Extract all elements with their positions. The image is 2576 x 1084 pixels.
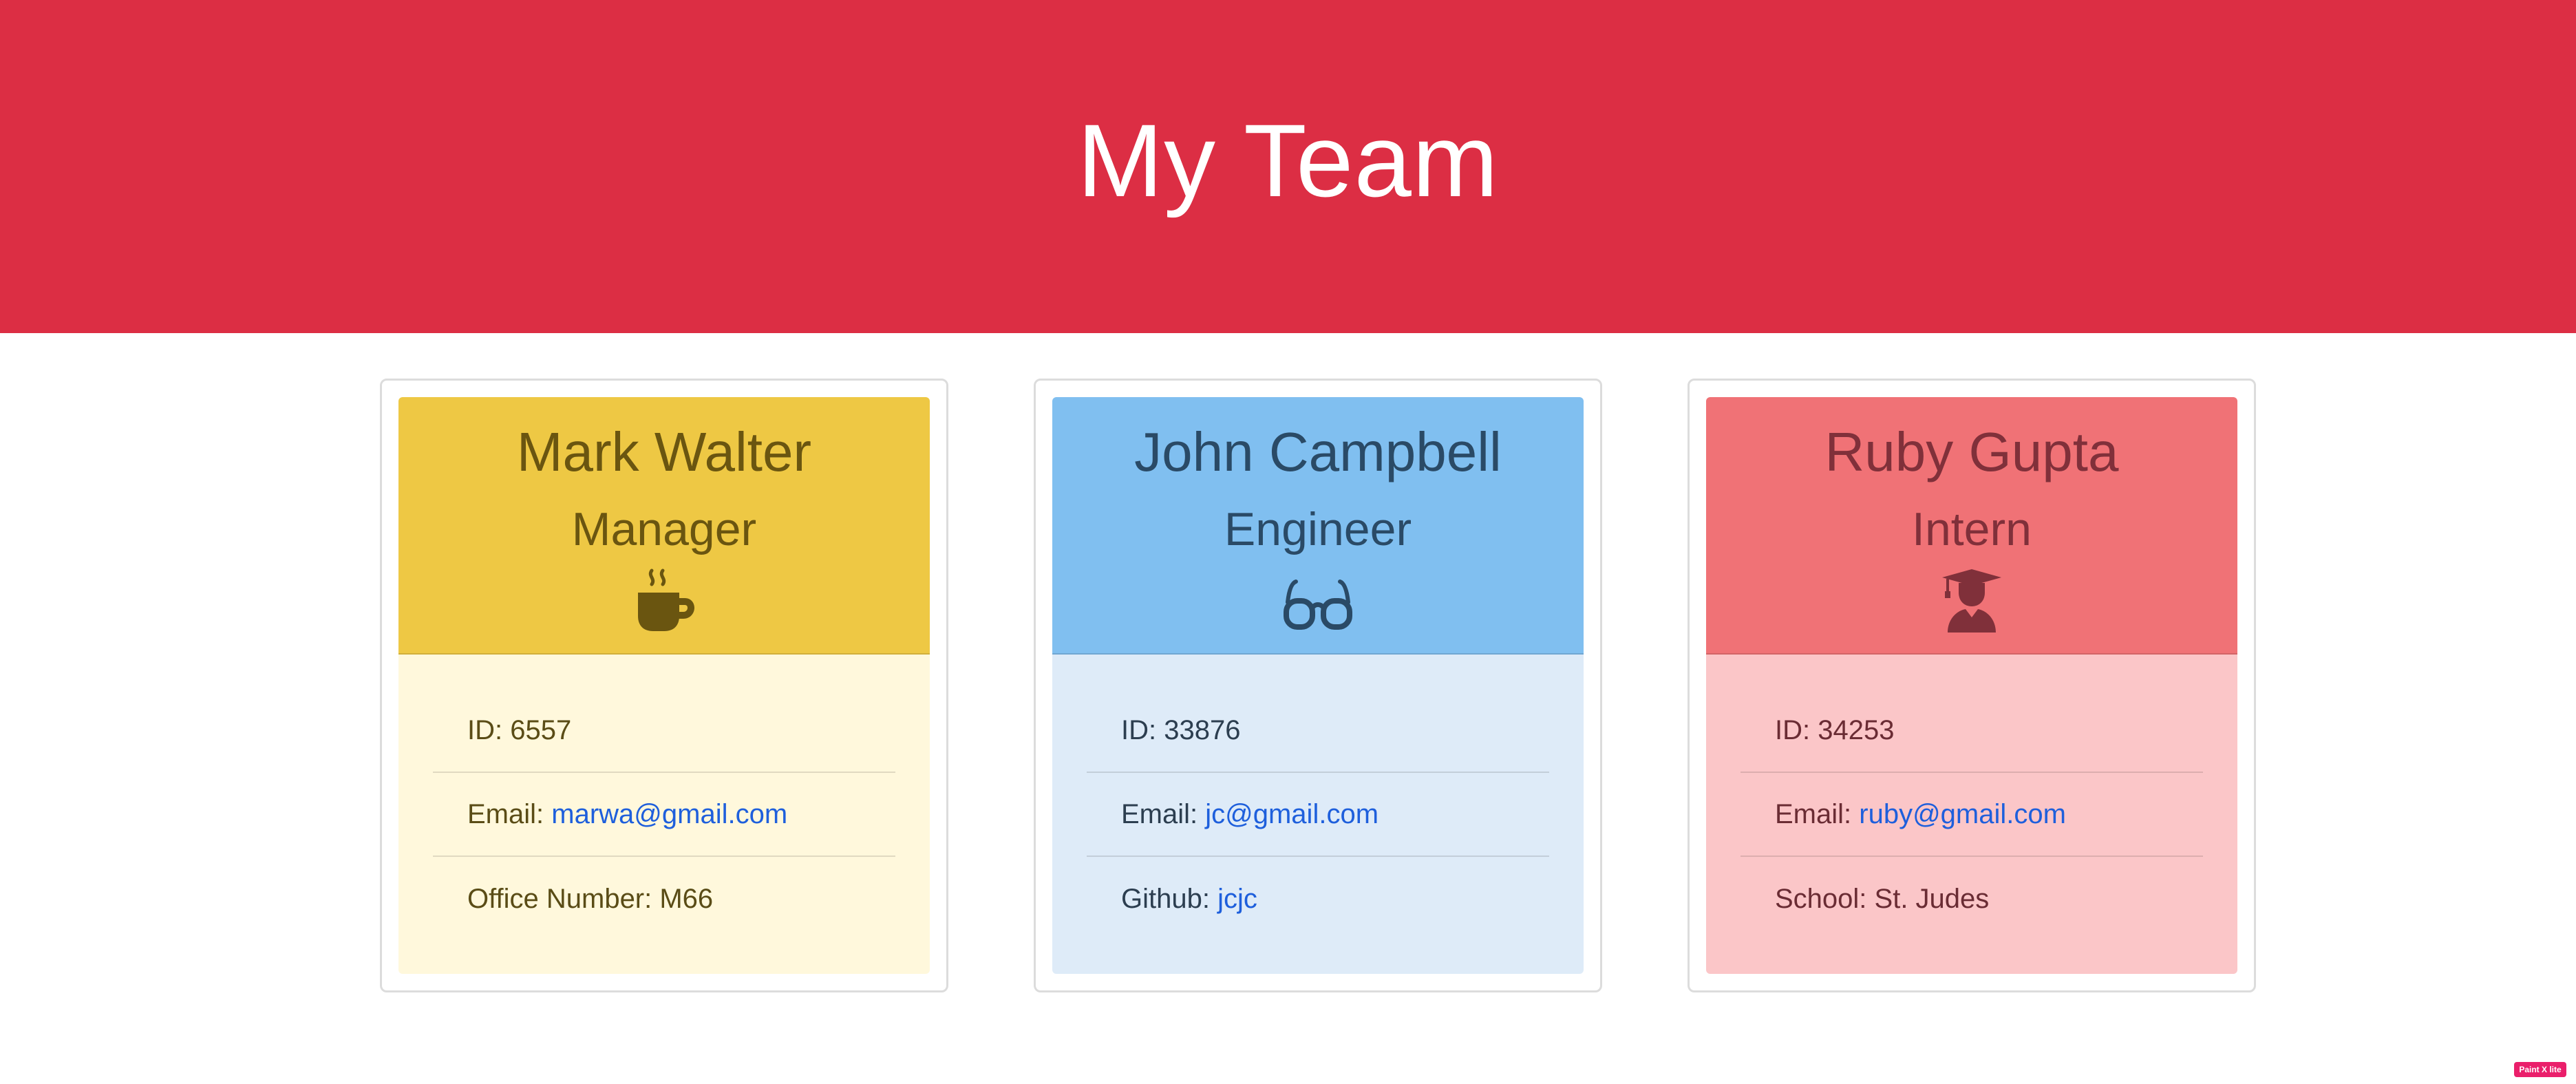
employee-name: Ruby Gupta [1824,421,2119,482]
id-label: ID: [1775,714,1818,745]
employee-role: Manager [571,503,757,555]
list-item-email: Email: marwa@gmail.com [433,773,895,857]
id-value: 33876 [1164,714,1241,745]
list-item-id: ID: 6557 [433,689,895,773]
email-link[interactable]: marwa@gmail.com [551,799,787,830]
employee-role: Engineer [1224,503,1412,555]
coffee-mug-icon [630,566,699,635]
employee-name: John Campbell [1134,421,1502,482]
list-item-email: Email: ruby@gmail.com [1741,773,2203,857]
github-label: Github: [1121,883,1218,914]
card-details: ID: 6557 Email: marwa@gmail.com Office N… [398,655,930,974]
card-details: ID: 33876 Email: jc@gmail.com Github: jc… [1052,655,1584,974]
team-cards: Mark Walter Manager ID: 6557 Email: marw… [0,0,2576,1084]
list-item-github: Github: jcjc [1087,857,1549,941]
email-label: Email: [1121,798,1206,829]
glasses-icon [1284,566,1352,635]
graduate-icon [1937,566,2006,635]
card-details: ID: 34253 Email: ruby@gmail.com School: … [1706,655,2237,974]
id-label: ID: [1121,714,1164,745]
list-item-school: School: St. Judes [1741,857,2203,941]
employee-card-engineer: John Campbell Engineer ID: 33876 Email: … [1034,379,1602,992]
employee-card-intern: Ruby Gupta Intern ID: 34253 Email: ruby@… [1688,379,2256,992]
office-value: M66 [659,883,714,914]
email-label: Email: [1775,798,1860,829]
github-link[interactable]: jcjc [1217,884,1257,915]
school-value: St. Judes [1874,883,1990,914]
email-link[interactable]: ruby@gmail.com [1859,799,2066,830]
id-label: ID: [467,714,511,745]
list-item-office: Office Number: M66 [433,857,895,941]
id-value: 34253 [1818,714,1895,745]
email-link[interactable]: jc@gmail.com [1205,799,1379,830]
list-item-email: Email: jc@gmail.com [1087,773,1549,857]
employee-role: Intern [1912,503,2032,555]
card-header: Mark Walter Manager [398,397,930,655]
card-header: Ruby Gupta Intern [1706,397,2237,655]
watermark-badge: Paint X lite [2514,1062,2566,1077]
list-item-id: ID: 33876 [1087,689,1549,773]
list-item-id: ID: 34253 [1741,689,2203,773]
email-label: Email: [467,798,552,829]
employee-card-manager: Mark Walter Manager ID: 6557 Email: marw… [380,379,948,992]
id-value: 6557 [510,714,572,745]
employee-name: Mark Walter [516,421,812,482]
office-label: Office Number: [467,883,660,914]
card-header: John Campbell Engineer [1052,397,1584,655]
school-label: School: [1775,883,1875,914]
